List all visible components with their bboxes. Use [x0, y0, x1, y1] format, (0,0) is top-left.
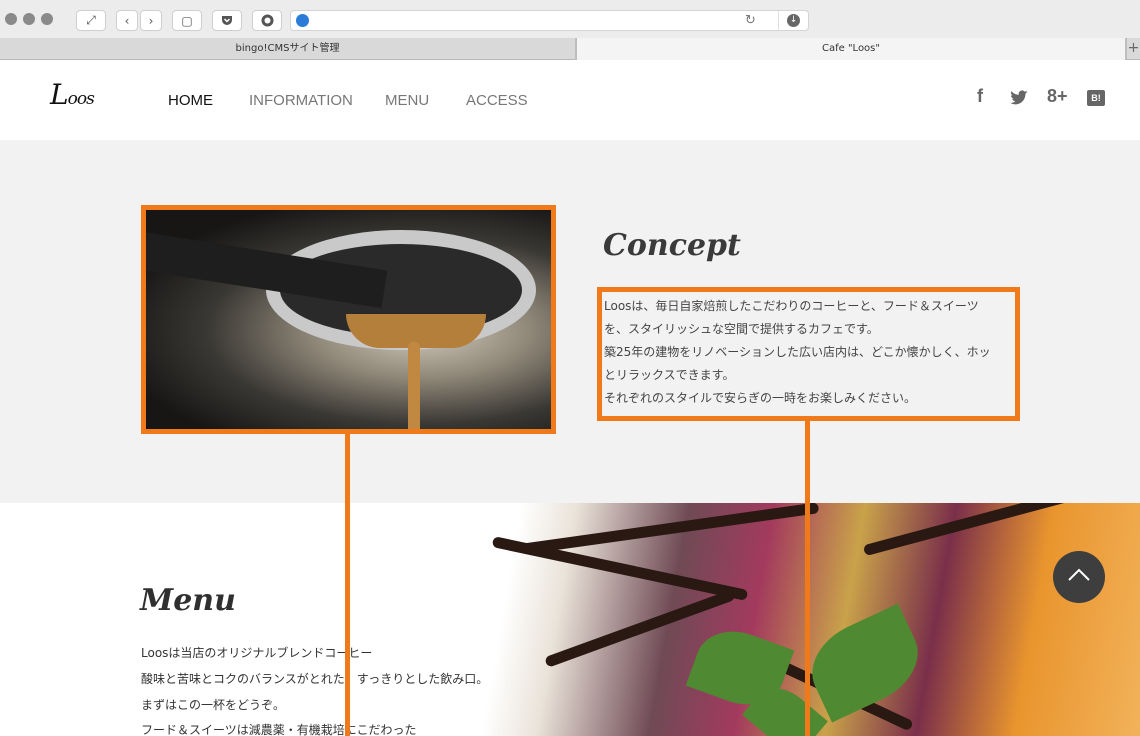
download-button[interactable]: ↓	[778, 11, 806, 30]
annotation-line-photo	[345, 434, 350, 736]
close-window-button[interactable]	[5, 13, 17, 25]
facebook-icon[interactable]: f	[977, 86, 983, 107]
menu-photo-dessert	[480, 503, 1140, 736]
menu-line: まずはこの一杯をどうぞ。	[141, 698, 286, 712]
menu-line: フード＆スイーツは減農薬・有機栽培にこだわった	[141, 723, 417, 736]
reload-icon[interactable]: ↻	[745, 11, 756, 30]
nav-access[interactable]: ACCESS	[466, 92, 528, 109]
concept-line: とリラックスできます。	[604, 368, 735, 382]
forward-icon[interactable]: ›	[140, 10, 162, 31]
menu-line: Loosは当店のオリジナルブレンドコーヒー	[141, 646, 373, 660]
reader-icon[interactable]: ▢	[172, 10, 202, 31]
nav-home[interactable]: HOME	[168, 92, 213, 109]
browser-toolbar: ⤢ ‹ › ▢ ↻ ↓	[0, 0, 1140, 38]
pocket-icon[interactable]	[212, 10, 242, 31]
zoom-window-button[interactable]	[41, 13, 53, 25]
concept-text-box: Loosは、毎日自家焙煎したこだわりのコーヒーと、フード＆スイーツ を、スタイリ…	[597, 287, 1020, 421]
concept-line: Loosは、毎日自家焙煎したこだわりのコーヒーと、フード＆スイーツ	[604, 299, 979, 313]
annotation-line-text	[805, 421, 810, 736]
nav-information[interactable]: INFORMATION	[249, 92, 353, 109]
hatena-bookmark-icon[interactable]: B!	[1087, 90, 1105, 106]
concept-title: Concept	[603, 228, 741, 263]
site-header: Loos HOME INFORMATION MENU ACCESS f 8+ B…	[0, 60, 1140, 140]
download-icon: ↓	[787, 14, 800, 27]
address-bar[interactable]: ↻ ↓	[290, 10, 809, 31]
tab-cafe-loos[interactable]: Cafe "Loos"	[576, 38, 1126, 60]
menu-line: 酸味と苦味とコクのバランスがとれた、すっきりとした飲み口。	[141, 672, 489, 686]
back-icon[interactable]: ‹	[116, 10, 138, 31]
concept-line: それぞれのスタイルで安らぎの一時をお楽しみください。	[604, 391, 917, 405]
globe-icon	[296, 14, 309, 27]
concept-line: を、スタイリッシュな空間で提供するカフェです。	[604, 322, 879, 336]
fullscreen-icon[interactable]: ⤢	[76, 10, 106, 31]
tab-cms-admin[interactable]: bingo!CMSサイト管理	[0, 38, 576, 60]
scroll-to-top-button[interactable]	[1053, 551, 1105, 603]
concept-photo-espresso	[141, 205, 556, 434]
minimize-window-button[interactable]	[23, 13, 35, 25]
extension-icon[interactable]	[252, 10, 282, 31]
tab-bar: bingo!CMSサイト管理 Cafe "Loos" +	[0, 38, 1140, 60]
twitter-icon[interactable]	[1010, 89, 1028, 110]
concept-line: 築25年の建物をリノベーションした広い店内は、どこか懐かしく、ホッ	[604, 345, 991, 359]
nav-menu[interactable]: MENU	[385, 92, 429, 109]
logo-letter: L	[50, 78, 69, 111]
site-logo[interactable]: Loos	[50, 78, 95, 111]
menu-title: Menu	[140, 583, 236, 618]
google-plus-icon[interactable]: 8+	[1047, 86, 1068, 107]
new-tab-button[interactable]: +	[1126, 38, 1140, 60]
chevron-up-icon	[1068, 568, 1090, 581]
logo-rest: oos	[67, 89, 95, 109]
